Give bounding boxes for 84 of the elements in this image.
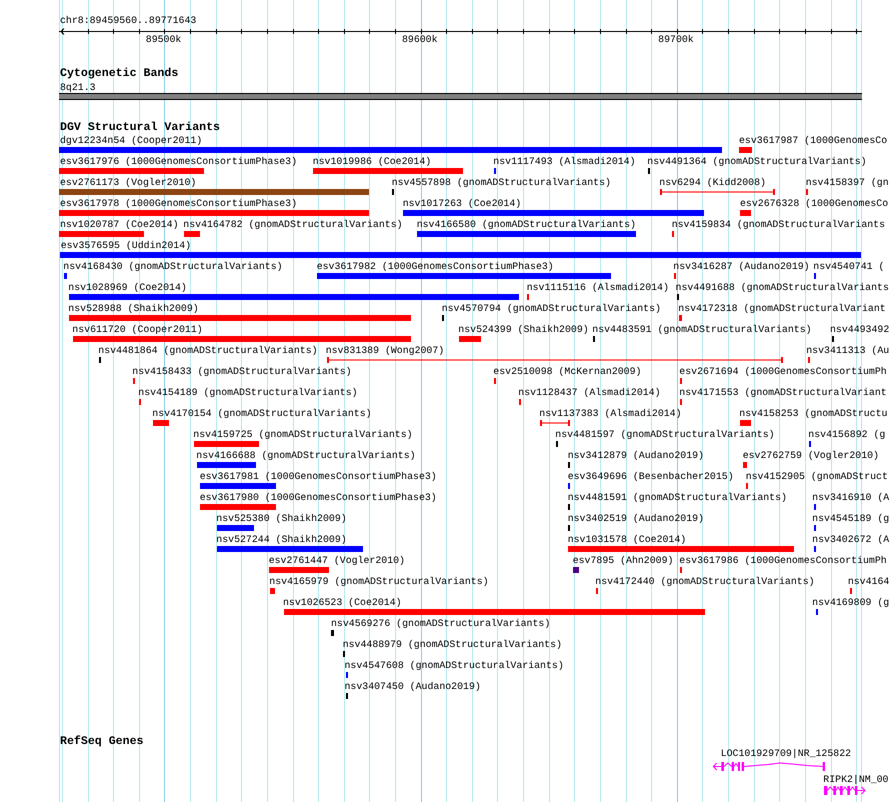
track-title: RefSeq Genes: [60, 735, 144, 748]
variant-label: nsv4170154 (gnomADStructuralVariants): [152, 408, 372, 418]
variant-label: nsv6294 (Kidd2008): [659, 176, 766, 188]
variant-label: nsv4165979 (gnomADStructuralVariants): [269, 576, 489, 586]
variant-label: nsv1020787 (Coe2014): [60, 218, 179, 230]
variant-label: nsv4569276 (gnomADStructuralVariants): [331, 618, 550, 628]
variant-label: dgv12234n54 (Cooper2011): [60, 134, 202, 146]
gene-label: RIPK2|NM_00: [823, 774, 888, 785]
variant-label: nsv831389 (Wong2007): [326, 344, 444, 356]
ruler-tick-label: 89700k: [658, 34, 694, 45]
variant-label: esv2671694 (1000GenomesConsortiumPh: [679, 366, 887, 376]
variant-label: esv3617981 (1000GenomesConsortiumPhase3): [200, 470, 437, 482]
variant-label: nsv4557898 (gnomADStructuralVariants): [392, 176, 611, 188]
variant-label: nsv4481597 (gnomADStructuralVariants): [555, 428, 775, 440]
variant-label: nsv3411313 (Au: [806, 344, 890, 356]
variant-label: nsv527244 (Shaikh2009): [216, 534, 347, 544]
variant-label: esv3617986 (1000GenomesConsortiumPh: [679, 554, 887, 566]
variant-label: nsv3402672 (A: [812, 534, 890, 544]
variant-label: esv2676328 (1000GenomesCo: [740, 198, 888, 208]
variant-label: nsv4158397 (gn: [806, 176, 889, 188]
variant-label: nsv4481864 (gnomADStructuralVariants): [98, 344, 318, 356]
variant-label: nsv4168430 (gnomADStructuralVariants): [63, 260, 283, 272]
variant-label: nsv3412879 (Audano2019): [568, 450, 704, 460]
variant-label: esv3649696 (Besenbacher2015): [568, 470, 734, 482]
variant-label: esv3617980 (1000GenomesConsortiumPhase3): [200, 492, 437, 502]
gene-label: LOC101929709|NR_125822: [720, 748, 852, 759]
variant-label: nsv4158433 (gnomADStructuralVariants): [132, 366, 352, 376]
region-label: chr8:89459560..89771643: [60, 15, 196, 26]
variant-label: nsv1137383 (Alsmadi2014): [539, 408, 682, 418]
variant-label: nsv1017263 (Coe2014): [402, 198, 522, 208]
variant-label: nsv611720 (Cooper2011): [72, 324, 203, 334]
variant-label: esv3576595 (Uddin2014): [60, 240, 192, 250]
variant-label: nsv4171553 (gnomADStructuralVariant: [679, 386, 887, 398]
variant-label: nsv1026523 (Coe2014): [283, 596, 402, 608]
variant-label: nsv1019986 (Coe2014): [312, 156, 432, 166]
variant-label: esv2761447 (Vogler2010): [268, 554, 405, 566]
variant-label: nsv4483591 (gnomADStructuralVariants): [592, 324, 812, 334]
variant-label: esv3617987 (1000GenomesCo: [739, 134, 888, 146]
variant-label: nsv4488979 (gnomADStructuralVariants): [342, 638, 562, 650]
variant-label: nsv1128437 (Alsmadi2014): [518, 386, 661, 398]
variant-label: nsv4152905 (gnomADStruct: [746, 470, 888, 482]
variant-label: nsv4159725 (gnomADStructuralVariants): [193, 428, 413, 440]
variant-label: nsv4158253 (gnomADStructu: [739, 408, 888, 418]
variant-label: esv2510098 (McKernan2009): [493, 366, 642, 376]
variant-label: nsv525380 (Shaikh2009): [216, 512, 347, 524]
variant-label: nsv4481591 (gnomADStructuralVariants): [568, 492, 787, 502]
variant-label: nsv3407450 (Audano2019): [344, 680, 481, 692]
variant-label: esv3617978 (1000GenomesConsortiumPhase3): [60, 198, 298, 208]
variant-label: nsv524399 (Shaikh2009): [458, 324, 589, 334]
variant-label: esv7895 (Ahn2009): [572, 554, 674, 566]
variant-label: nsv4491688 (gnomADStructuralVariants: [676, 282, 889, 292]
variant-label: nsv4164782 (gnomADStructuralVariants): [183, 218, 403, 230]
variant-label: nsv1115116 (Alsmadi2014): [526, 282, 669, 292]
variant-label: nsv4172318 (gnomADStructuralVariant: [678, 302, 886, 314]
ruler-tick-label: 89600k: [402, 34, 438, 45]
variant-label: nsv4169809 (g: [812, 596, 890, 608]
variant-label: nsv4164: [848, 576, 890, 586]
variant-label: nsv4156892 (g: [808, 428, 886, 440]
variant-label: nsv4545189 (g: [812, 512, 890, 524]
variant-label: nsv1028969 (Coe2014): [68, 282, 187, 292]
variant-label: nsv1031578 (Coe2014): [568, 534, 686, 544]
track-title: Cytogenetic Bands: [60, 67, 178, 80]
variant-label: nsv1117493 (Alsmadi2014): [493, 156, 636, 166]
variant-label: esv3617976 (1000GenomesConsortiumPhase3): [60, 156, 298, 166]
variant-label: nsv4570794 (gnomADStructuralVariants): [442, 302, 661, 314]
variant-label: nsv4166580 (gnomADStructuralVariants): [416, 218, 636, 230]
variant-label: nsv4166688 (gnomADStructuralVariants): [196, 450, 416, 460]
track-title: DGV Structural Variants: [60, 121, 220, 134]
variant-label: nsv4491364 (gnomADStructuralVariants): [647, 156, 867, 166]
variant-label: esv2762759 (Vogler2010): [742, 450, 879, 460]
ruler-tick-label: 89500k: [146, 34, 182, 45]
variant-label: esv2761173 (Vogler2010): [60, 176, 196, 188]
variant-label: nsv3416910 (A: [812, 492, 890, 502]
variant-label: nsv4172440 (gnomADStructuralVariants): [595, 576, 815, 586]
variant-label: esv3617982 (1000GenomesConsortiumPhase3): [316, 260, 554, 272]
variant-label: nsv3416287 (Audano2019): [673, 260, 810, 272]
variant-label: nsv4547608 (gnomADStructuralVariants): [344, 660, 564, 670]
band-label: 8q21.3: [60, 82, 96, 92]
variant-label: nsv4159834 (gnomADStructuralVariants: [672, 218, 886, 230]
variant-label: nsv3402519 (Audano2019): [568, 512, 704, 524]
variant-label: nsv4154189 (gnomADStructuralVariants): [138, 386, 358, 398]
variant-label: nsv4540741 (: [813, 260, 884, 272]
variant-label: nsv4493492: [830, 324, 890, 334]
variant-label: nsv528988 (Shaikh2009): [68, 302, 199, 314]
